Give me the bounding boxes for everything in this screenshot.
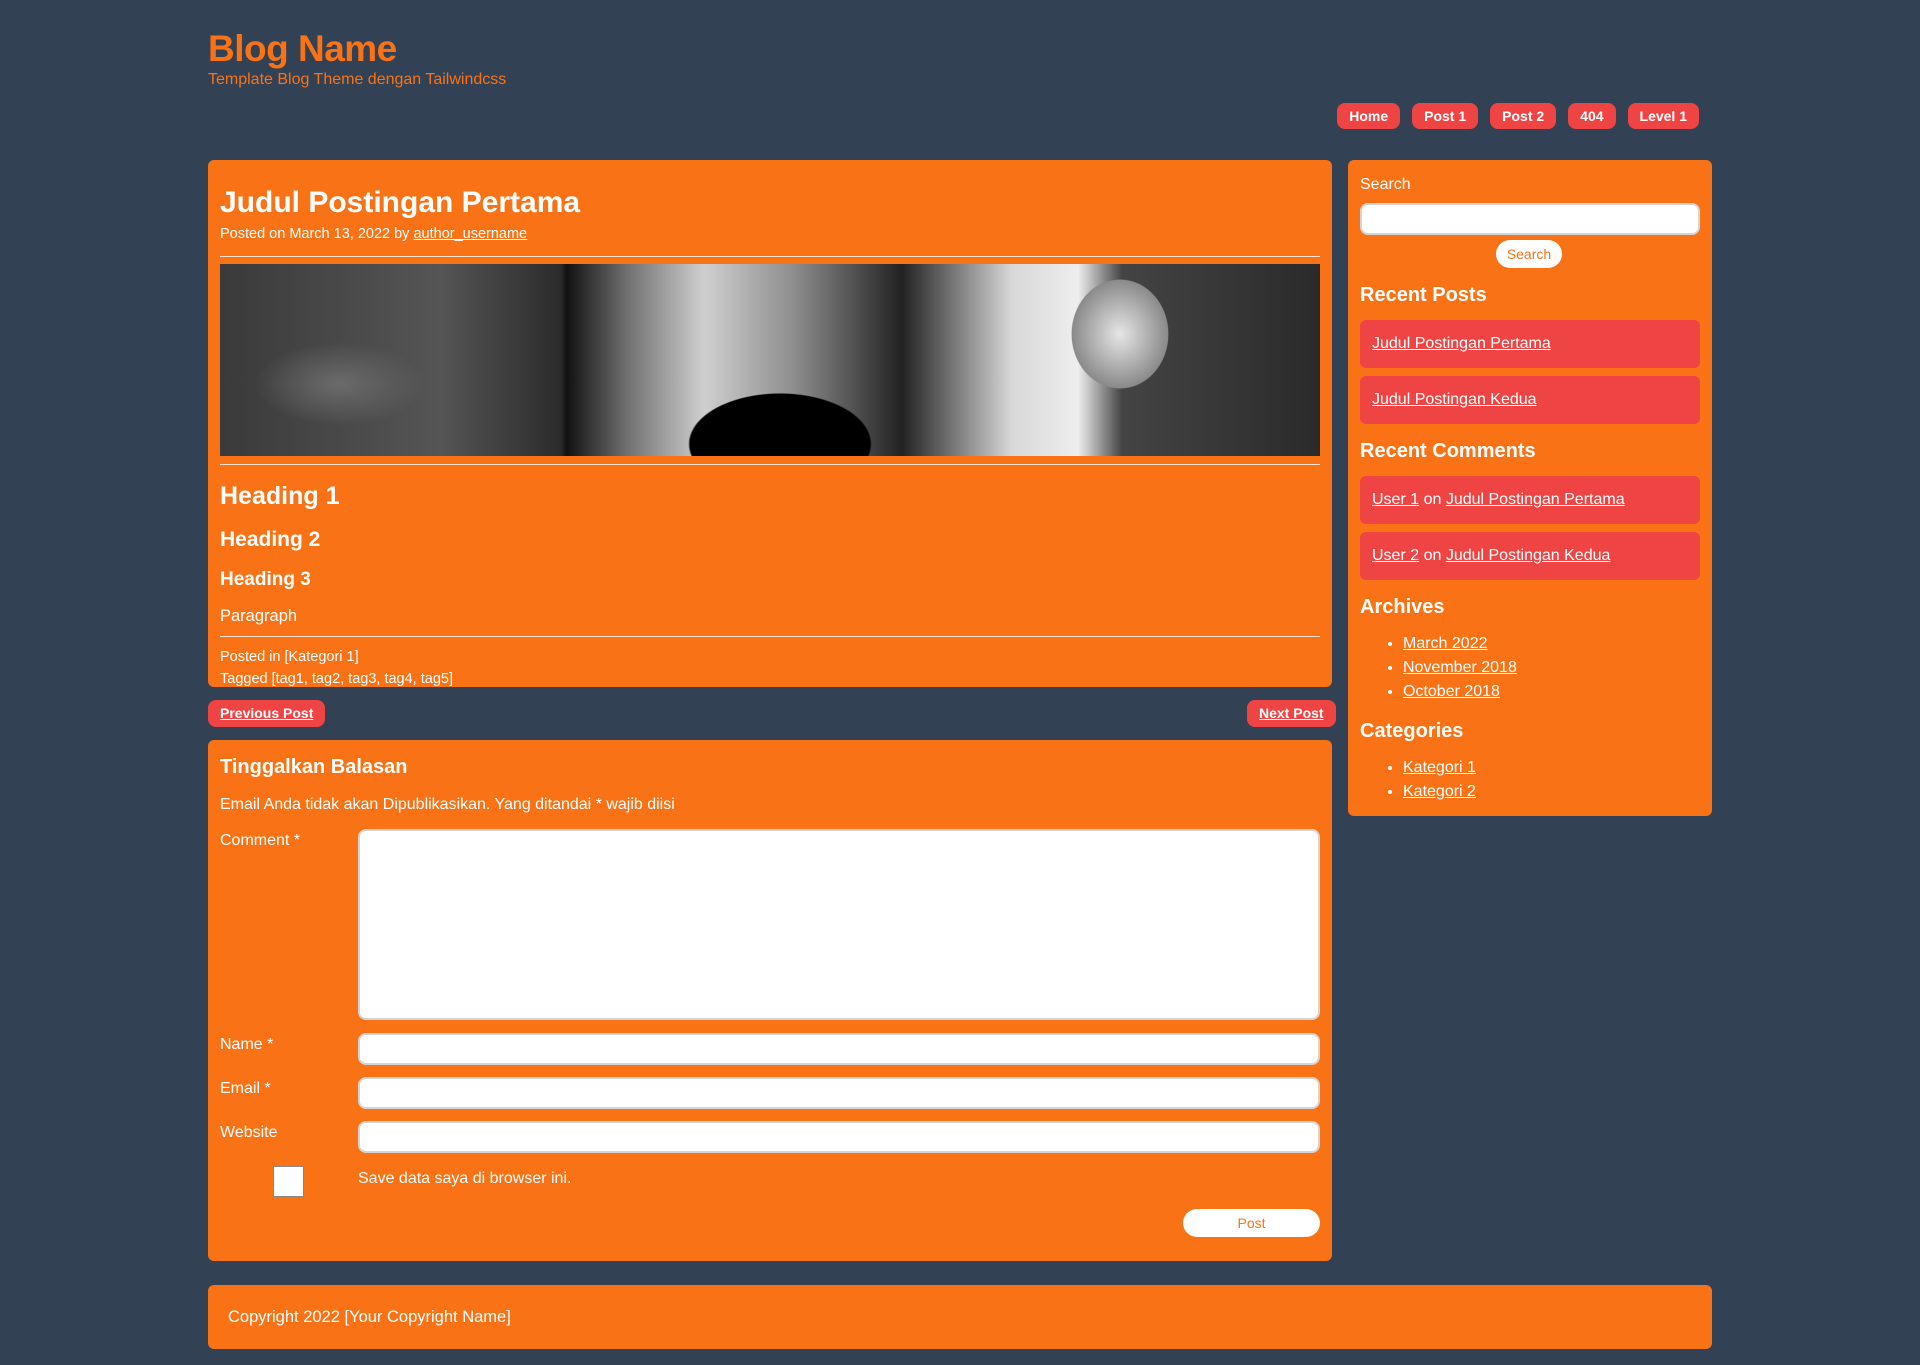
email-label: Email * <box>220 1080 271 1097</box>
article-date: Posted on March 13, 2022 by <box>220 226 414 242</box>
list-item: Kategori 2 <box>1403 780 1476 804</box>
categories-heading: Categories <box>1360 720 1464 742</box>
comment-label: Comment * <box>220 832 301 849</box>
website-field[interactable] <box>358 1121 1320 1153</box>
archives-list: March 2022 November 2018 October 2018 <box>1403 632 1517 704</box>
recent-comment-item: User 2 on Judul Postingan Kedua <box>1360 532 1700 580</box>
recent-posts-heading: Recent Posts <box>1360 284 1487 306</box>
article-card: Judul Postingan Pertama Posted on March … <box>208 160 1332 687</box>
main-nav: Home Post 1 Post 2 404 Level 1 <box>1337 103 1699 129</box>
site-title[interactable]: Blog Name <box>208 28 397 70</box>
recent-post-item: Judul Postingan Kedua <box>1360 376 1700 424</box>
list-item: November 2018 <box>1403 656 1517 680</box>
featured-image <box>220 264 1320 456</box>
reply-note: Email Anda tidak akan Dipublikasikan. Ya… <box>220 796 675 813</box>
nav-item-level-1[interactable]: Level 1 <box>1627 103 1699 129</box>
comment-on-text: on <box>1419 491 1446 508</box>
list-item: March 2022 <box>1403 632 1517 656</box>
nav-item-post-1[interactable]: Post 1 <box>1412 103 1479 129</box>
category-link[interactable]: Kategori 1 <box>1403 759 1476 776</box>
archive-link[interactable]: March 2022 <box>1403 635 1488 652</box>
post-categories: Posted in [Kategori 1] <box>220 649 359 665</box>
search-button[interactable]: Search <box>1496 240 1562 268</box>
author-link[interactable]: author_username <box>413 226 527 242</box>
categories-list: Kategori 1 Kategori 2 <box>1403 756 1476 804</box>
list-item: October 2018 <box>1403 680 1517 704</box>
archive-link[interactable]: November 2018 <box>1403 659 1517 676</box>
comment-post-link[interactable]: Judul Postingan Kedua <box>1446 547 1611 564</box>
name-field[interactable] <box>358 1033 1320 1065</box>
recent-comment-item: User 1 on Judul Postingan Pertama <box>1360 476 1700 524</box>
divider <box>220 464 1320 465</box>
content-heading-3: Heading 3 <box>220 569 311 590</box>
divider <box>220 256 1320 257</box>
sidebar: Search Search Recent Posts Judul Posting… <box>1348 160 1712 816</box>
recent-post-link[interactable]: Judul Postingan Kedua <box>1372 391 1537 408</box>
nav-item-home[interactable]: Home <box>1337 103 1401 129</box>
save-data-checkbox[interactable] <box>273 1166 304 1197</box>
divider <box>220 636 1320 637</box>
save-data-label: Save data saya di browser ini. <box>358 1170 572 1187</box>
content-paragraph: Paragraph <box>220 607 298 625</box>
nav-item-404[interactable]: 404 <box>1568 103 1616 129</box>
comment-form: Tinggalkan Balasan Email Anda tidak akan… <box>208 740 1332 1261</box>
name-label: Name * <box>220 1036 274 1053</box>
reply-title: Tinggalkan Balasan <box>220 756 408 778</box>
post-comment-button[interactable]: Post <box>1183 1209 1320 1237</box>
post-tags: Tagged [tag1, tag2, tag3, tag4, tag5] <box>220 671 453 687</box>
search-label: Search <box>1360 176 1411 193</box>
previous-post-button[interactable]: Previous Post <box>208 700 326 727</box>
article-meta: Posted on March 13, 2022 by author_usern… <box>220 226 1320 242</box>
comment-textarea[interactable] <box>358 829 1320 1020</box>
list-item: Kategori 1 <box>1403 756 1476 780</box>
site-footer: Copyright 2022 [Your Copyright Name] <box>208 1285 1712 1349</box>
comment-on-text: on <box>1419 547 1446 564</box>
next-post-button[interactable]: Next Post <box>1247 700 1336 727</box>
comment-post-link[interactable]: Judul Postingan Pertama <box>1446 491 1625 508</box>
recent-post-item: Judul Postingan Pertama <box>1360 320 1700 368</box>
email-field[interactable] <box>358 1077 1320 1109</box>
recent-post-link[interactable]: Judul Postingan Pertama <box>1372 335 1551 352</box>
recent-comments-heading: Recent Comments <box>1360 440 1536 462</box>
copyright-text: Copyright 2022 [Your Copyright Name] <box>228 1308 511 1326</box>
archive-link[interactable]: October 2018 <box>1403 683 1500 700</box>
website-label: Website <box>220 1124 278 1141</box>
archives-heading: Archives <box>1360 596 1445 618</box>
article-title: Judul Postingan Pertama <box>220 186 581 219</box>
content-heading-1: Heading 1 <box>220 482 340 510</box>
search-input[interactable] <box>1360 203 1700 235</box>
content-heading-2: Heading 2 <box>220 528 321 551</box>
category-link[interactable]: Kategori 2 <box>1403 783 1476 800</box>
nav-item-post-2[interactable]: Post 2 <box>1490 103 1557 129</box>
site-tagline: Template Blog Theme dengan Tailwindcss <box>208 71 507 88</box>
comment-user-link[interactable]: User 1 <box>1372 491 1419 508</box>
comment-user-link[interactable]: User 2 <box>1372 547 1419 564</box>
